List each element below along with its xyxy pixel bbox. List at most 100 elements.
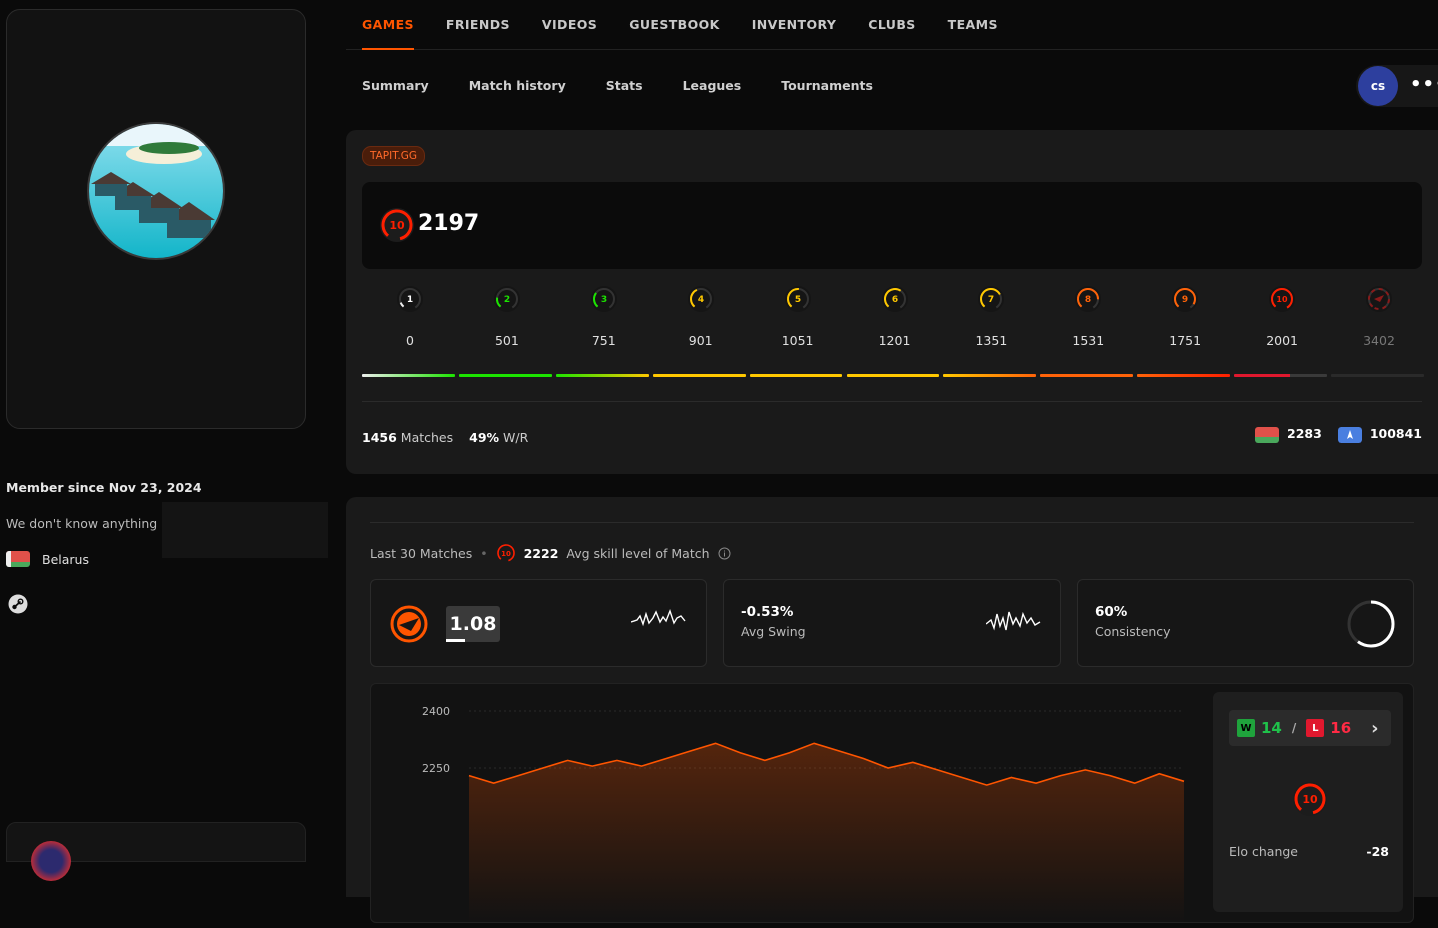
country-row: Belarus — [6, 551, 89, 567]
level-min-elo: 1201 — [878, 333, 911, 348]
win-loss-toggle[interactable]: W 14 / L 16 › — [1229, 710, 1391, 746]
elo-change-label: Elo change — [1229, 844, 1298, 859]
bullet: • — [480, 545, 488, 561]
svg-text:10: 10 — [1302, 793, 1318, 806]
consistency-ring — [1347, 600, 1395, 648]
level-2: 2 501 — [459, 285, 555, 348]
elo-point-23 — [1034, 781, 1038, 785]
rating-icon — [390, 605, 428, 643]
info-icon[interactable] — [718, 547, 731, 560]
avg-level-icon: 10 — [496, 544, 515, 562]
level-min-elo: 1351 — [975, 333, 1008, 348]
sub-tabs: Summary Match history Stats Leagues Tour… — [362, 78, 873, 93]
elo-point-0 — [467, 774, 471, 778]
svg-text:9: 9 — [1182, 295, 1188, 305]
elo-point-18 — [911, 760, 915, 764]
elo-point-10 — [714, 741, 718, 745]
tab-videos[interactable]: VIDEOS — [542, 0, 597, 50]
level-bar — [1331, 374, 1424, 377]
chevron-right-icon[interactable]: › — [1371, 718, 1378, 739]
consistency-label: Consistency — [1095, 624, 1171, 639]
level-10: 10 2001 — [1234, 285, 1330, 348]
more-options-icon[interactable]: ••• — [1410, 74, 1438, 95]
tab-inventory[interactable]: INVENTORY — [752, 0, 837, 50]
level-icon: 1 — [397, 286, 423, 312]
subtab-leagues[interactable]: Leagues — [683, 78, 742, 93]
elo-point-20 — [960, 776, 964, 780]
elo-point-9 — [689, 749, 693, 753]
region-ranking[interactable]: 100841 — [1337, 426, 1422, 443]
matches-count: 1456 Matches — [362, 430, 454, 445]
cs2-logo-icon[interactable]: cs — [1358, 66, 1398, 106]
subtab-tournaments[interactable]: Tournaments — [781, 78, 873, 93]
svg-text:4: 4 — [698, 295, 704, 305]
level-max: 3402 — [1331, 285, 1427, 348]
elo-point-4 — [566, 758, 570, 762]
rating-card[interactable]: 1.08 — [370, 579, 707, 667]
level-bar — [749, 374, 843, 377]
region-icon — [1337, 426, 1362, 443]
tab-clubs[interactable]: CLUBS — [868, 0, 915, 50]
elo-point-13 — [788, 751, 792, 755]
consistency-card[interactable]: 60% Consistency — [1077, 579, 1414, 667]
level-icon: 7 — [978, 286, 1005, 312]
elo-point-8 — [664, 757, 668, 761]
tab-guestbook[interactable]: GUESTBOOK — [629, 0, 720, 50]
elo-area — [469, 743, 1184, 924]
elo-point-6 — [615, 758, 619, 762]
level-bar — [458, 374, 552, 377]
level-bar — [943, 374, 1037, 377]
main-tabs: GAMES FRIENDS VIDEOS GUESTBOOK INVENTORY… — [346, 0, 1438, 50]
country-ranking[interactable]: 2283 — [1255, 426, 1322, 443]
elo-point-16 — [861, 757, 865, 761]
svg-text:6: 6 — [891, 295, 897, 305]
level-8: 8 1531 — [1040, 285, 1136, 348]
level-bar — [652, 374, 746, 377]
belarus-flag-icon — [6, 551, 30, 567]
elo-point-15 — [837, 749, 841, 753]
tab-teams[interactable]: TEAMS — [948, 0, 998, 50]
elo-panel: TAPIT.GG 10 2197 1 0 2 501 3 751 4 901 5 1051 6 120… — [346, 130, 1438, 474]
tab-games[interactable]: GAMES — [362, 0, 414, 50]
game-selector[interactable]: cs ••• — [1356, 65, 1438, 107]
level-icon: 9 — [1172, 286, 1199, 312]
match-summary-card: W 14 / L 16 › 10 Elo change -28 — [1213, 692, 1403, 912]
loss-badge: L — [1306, 719, 1325, 737]
level-min-elo: 501 — [494, 333, 519, 348]
swing-sparkline — [986, 611, 1041, 631]
bio-text: We don't know anything — [6, 516, 158, 531]
level-5: 5 1051 — [750, 285, 846, 348]
subtab-summary[interactable]: Summary — [362, 78, 429, 93]
belarus-flag-icon — [1255, 426, 1280, 443]
elo-point-14 — [812, 741, 816, 745]
club-card[interactable] — [6, 822, 306, 881]
avatar[interactable] — [87, 122, 225, 260]
elo-point-26 — [1108, 774, 1112, 778]
bio-overlay — [162, 502, 328, 558]
elo-point-2 — [516, 774, 520, 778]
svg-text:10: 10 — [389, 219, 405, 232]
level-bar — [555, 374, 649, 377]
subtab-stats[interactable]: Stats — [606, 78, 643, 93]
level-1: 10 — [362, 285, 458, 348]
rating-progress — [446, 639, 465, 642]
elo-point-24 — [1059, 774, 1063, 778]
level-icon: 8 — [1075, 286, 1102, 312]
level-6: 6 1201 — [847, 285, 943, 348]
steam-icon[interactable] — [8, 594, 28, 614]
elo-point-1 — [492, 781, 496, 785]
elo-point-17 — [886, 766, 890, 770]
subtab-match-history[interactable]: Match history — [469, 78, 566, 93]
tab-friends[interactable]: FRIENDS — [446, 0, 510, 50]
level-min-elo: 1531 — [1072, 333, 1105, 348]
avg-swing-card[interactable]: -0.53% Avg Swing — [723, 579, 1061, 667]
level-min-elo: 0 — [406, 333, 414, 348]
level-10-icon: 10 — [1293, 782, 1327, 816]
level-min-elo: 751 — [591, 333, 616, 348]
svg-text:1: 1 — [407, 295, 413, 305]
y-tick-label: 2250 — [422, 762, 450, 775]
level-bar — [1040, 374, 1134, 377]
last-30-header: Last 30 Matches • 10 2222 Avg skill leve… — [370, 543, 731, 563]
avg-skill-value: 2222 — [523, 545, 559, 561]
level-icon: 4 — [687, 286, 714, 312]
